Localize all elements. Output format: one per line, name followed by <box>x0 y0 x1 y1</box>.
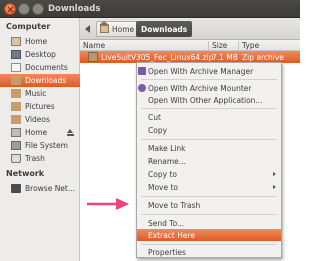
menu-item-label: Extract Here <box>148 230 196 240</box>
menu-item-open-archive-mounter[interactable]: Open With Archive Mounter <box>137 82 281 94</box>
menu-item-open-archive-manager[interactable]: Open With Archive Manager <box>137 65 281 77</box>
submenu-arrow-icon <box>273 172 276 176</box>
sidebar-item-label: Desktop <box>25 50 56 59</box>
sidebar-item-documents[interactable]: Documents <box>0 61 80 74</box>
column-header-type[interactable]: Type <box>242 41 259 50</box>
breadcrumb-home[interactable]: Home <box>96 21 140 37</box>
sidebar-item-label: Videos <box>25 115 50 124</box>
menu-item-label: Make Link <box>148 143 186 153</box>
menu-separator <box>141 214 277 215</box>
location-toolbar: Home Downloads <box>80 18 300 40</box>
pointer-arrow-icon <box>87 198 129 210</box>
title-bar: Downloads <box>0 0 300 18</box>
sidebar-item-label: Downloads <box>25 76 67 85</box>
file-system-icon <box>11 141 21 150</box>
archive-manager-icon <box>138 67 146 75</box>
home-icon <box>99 21 109 33</box>
column-divider <box>238 41 239 50</box>
file-name: LiveSuitV305_Fec_Linux64.zip <box>101 52 214 62</box>
menu-item-label: Properties <box>148 247 186 257</box>
menu-separator <box>141 244 277 245</box>
menu-item-label: Rename... <box>148 156 186 166</box>
breadcrumb-home-label: Home <box>112 24 135 34</box>
sidebar-section-network: Network <box>6 169 45 178</box>
sidebar-item-label: Trash <box>25 154 45 163</box>
sidebar-item-music[interactable]: Music <box>0 87 80 100</box>
menu-item-label: Send To... <box>148 218 185 228</box>
pictures-icon <box>11 102 21 111</box>
sidebar-item-label: Documents <box>25 63 68 72</box>
home-icon <box>11 37 21 46</box>
column-header-size[interactable]: Size <box>212 41 227 50</box>
documents-icon <box>11 63 21 72</box>
menu-item-label: Move to <box>148 182 179 192</box>
sidebar-item-label: Browse Net... <box>25 184 76 193</box>
menu-item-send-to[interactable]: Send To... <box>137 217 281 229</box>
music-icon <box>11 89 21 98</box>
sidebar-item-home[interactable]: Home <box>0 35 80 48</box>
menu-item-rename[interactable]: Rename... <box>137 155 281 167</box>
back-arrow-icon[interactable] <box>85 25 90 33</box>
menu-item-label: Cut <box>148 112 161 122</box>
sidebar-item-desktop[interactable]: Desktop <box>0 48 80 61</box>
archive-mounter-icon <box>138 84 146 92</box>
submenu-arrow-icon <box>273 185 276 189</box>
menu-item-label: Open With Archive Mounter <box>148 83 252 93</box>
menu-separator <box>141 108 277 109</box>
menu-item-move-to[interactable]: Move to <box>137 181 281 193</box>
list-header: Name Size Type <box>80 40 300 51</box>
sidebar-item-home-drive[interactable]: Home <box>0 126 80 139</box>
sidebar: Computer Home Desktop Documents Download… <box>0 18 80 261</box>
menu-separator <box>141 139 277 140</box>
menu-item-extract-here[interactable]: Extract Here <box>137 229 281 241</box>
column-header-name[interactable]: Name <box>83 41 105 50</box>
sidebar-item-label: Home <box>25 128 48 137</box>
file-type: Zip archive <box>242 52 284 62</box>
window-title: Downloads <box>48 4 101 14</box>
sidebar-item-browse-network[interactable]: Browse Net... <box>0 182 80 195</box>
network-icon <box>11 184 21 193</box>
close-window-button[interactable] <box>4 3 16 15</box>
menu-item-label: Copy to <box>148 169 177 179</box>
menu-item-label: Move to Trash <box>148 200 201 210</box>
sidebar-item-label: Music <box>25 89 47 98</box>
sidebar-item-label: Home <box>25 37 48 46</box>
maximize-window-button[interactable] <box>32 3 44 15</box>
column-divider <box>208 41 209 50</box>
videos-icon <box>11 115 21 124</box>
menu-item-copy-to[interactable]: Copy to <box>137 168 281 180</box>
sidebar-item-label: Pictures <box>25 102 55 111</box>
menu-item-move-to-trash[interactable]: Move to Trash <box>137 199 281 211</box>
file-size: 7.1 MB <box>212 52 238 62</box>
trash-icon <box>11 154 21 163</box>
menu-item-label: Open With Archive Manager <box>148 66 254 76</box>
desktop-icon <box>11 50 21 59</box>
minimize-window-button[interactable] <box>18 3 30 15</box>
eject-icon[interactable] <box>67 129 74 136</box>
menu-item-cut[interactable]: Cut <box>137 111 281 123</box>
menu-item-open-other-application[interactable]: Open With Other Application... <box>137 94 281 106</box>
menu-item-properties[interactable]: Properties <box>137 246 281 258</box>
breadcrumb-current[interactable]: Downloads <box>136 21 193 37</box>
menu-item-copy[interactable]: Copy <box>137 124 281 136</box>
sidebar-item-downloads[interactable]: Downloads <box>0 74 80 87</box>
menu-item-label: Open With Other Application... <box>148 95 263 105</box>
sidebar-item-pictures[interactable]: Pictures <box>0 100 80 113</box>
menu-item-label: Copy <box>148 125 168 135</box>
drive-icon <box>11 128 21 137</box>
menu-separator <box>141 196 277 197</box>
sidebar-item-trash[interactable]: Trash <box>0 152 80 165</box>
sidebar-item-label: File System <box>25 141 68 150</box>
sidebar-section-computer: Computer <box>6 22 51 31</box>
sidebar-item-file-system[interactable]: File System <box>0 139 80 152</box>
downloads-icon <box>11 76 21 85</box>
sidebar-item-videos[interactable]: Videos <box>0 113 80 126</box>
menu-separator <box>141 79 277 80</box>
menu-item-make-link[interactable]: Make Link <box>137 142 281 154</box>
zip-file-icon <box>88 52 98 62</box>
context-menu: Open With Archive Manager Open With Arch… <box>136 62 282 258</box>
